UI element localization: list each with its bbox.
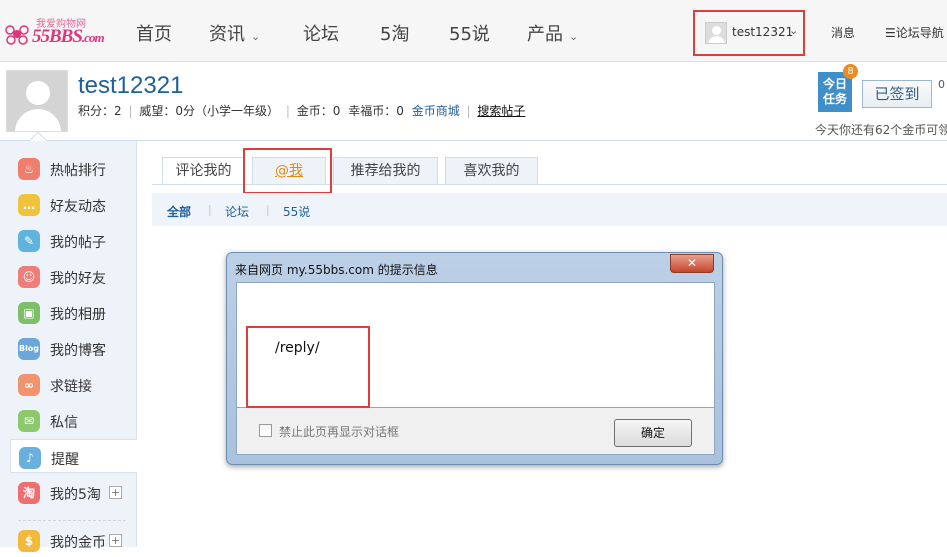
filter-55shuo[interactable]: 55说 — [283, 203, 310, 220]
suppress-dialogs-label[interactable]: 禁止此页再显示对话框 — [279, 423, 399, 440]
sidebar-item-label: 我的好友 — [50, 271, 106, 287]
filter-separator: | — [266, 203, 270, 216]
sidebar-item-friend-feed[interactable]: … 好友动态 — [10, 187, 137, 221]
logo-brand: 55BBS.com — [32, 26, 105, 47]
nav-home[interactable]: 首页 — [136, 20, 172, 46]
sidebar-item-label: 私信 — [50, 415, 78, 431]
profile-stats: 积分：2 | 威望：0分（小学一年级） | 金币：0 幸福币：0 金币商城 | … — [78, 104, 526, 118]
sidebar-item-my-5tao[interactable]: 淘我的5淘 + — [10, 475, 137, 509]
user-menu[interactable]: test12321 ⌄ — [693, 10, 805, 56]
sidebar-divider — [18, 520, 126, 521]
search-posts-link[interactable]: 搜索帖子 — [477, 104, 525, 118]
sidebar-item-request-links[interactable]: ∞ 求链接 — [10, 367, 137, 401]
friends-icon: ☺ — [18, 266, 40, 288]
bell-icon: ♪ — [19, 447, 41, 469]
sidebar-item-my-friends[interactable]: ☺ 我的好友 — [10, 259, 137, 293]
nav-news[interactable]: 资讯 ⌄ — [209, 20, 260, 46]
tab-liked-me[interactable]: 喜欢我的 — [445, 157, 538, 184]
photo-icon: ▣ — [18, 302, 40, 324]
expand-plus-icon[interactable]: + — [109, 534, 122, 547]
sidebar-item-my-blog[interactable]: Blog 我的博客 — [10, 331, 137, 365]
suppress-dialogs-checkbox[interactable] — [259, 424, 272, 437]
chevron-down-icon: ⌄ — [569, 30, 579, 43]
gold-tip-text: 今天你还有62个金币可领 — [815, 123, 947, 137]
blog-icon: Blog — [18, 338, 40, 360]
nav-products[interactable]: 产品 ⌄ — [527, 20, 578, 46]
nav-forum[interactable]: 论坛 — [303, 20, 339, 46]
sidebar-item-label: 我的相册 — [50, 307, 106, 323]
sidebar: ♨ 热帖排行 … 好友动态 ✎ 我的帖子 ☺ 我的好友 ▣ 我的相册 Blog 我的博客 ∞ 求链接 ✉ 私信… — [0, 141, 137, 552]
profile-avatar[interactable] — [6, 70, 68, 132]
sidebar-item-label: 求链接 — [50, 379, 92, 395]
edit-icon: ✎ — [18, 230, 40, 252]
filter-all[interactable]: 全部 — [167, 203, 191, 220]
link-icon: ∞ — [18, 374, 40, 396]
forum-nav-link[interactable]: ☰论坛导航 — [885, 24, 944, 41]
sub-filter-bar: 全部 | 论坛 | 55说 — [152, 193, 947, 226]
user-avatar-icon — [705, 22, 727, 44]
dialog-footer: 禁止此页再显示对话框 确定 — [236, 408, 715, 455]
nav-5tao[interactable]: 5淘 — [380, 20, 409, 46]
top-navigation-bar: 我爱购物网 55BBS.com 首页 资讯 ⌄ 论坛 5淘 55说 产品 ⌄ tes… — [0, 0, 947, 62]
sidebar-item-my-posts[interactable]: ✎ 我的帖子 — [10, 223, 137, 257]
flower-logo-icon — [5, 25, 29, 45]
site-logo[interactable]: 我爱购物网 55BBS.com — [2, 10, 117, 50]
dialog-body: /reply/ — [236, 282, 715, 408]
messages-link[interactable]: 消息 — [831, 24, 855, 41]
profile-header: test12321 积分：2 | 威望：0分（小学一年级） | 金币：0 幸福币… — [0, 62, 947, 142]
profile-username[interactable]: test12321 — [78, 72, 183, 100]
user-menu-name: test12321 — [732, 25, 794, 39]
sidebar-item-private-messages[interactable]: ✉ 私信 — [10, 403, 137, 437]
filter-separator: | — [208, 203, 212, 216]
signed-in-button[interactable]: 已签到 — [862, 80, 932, 108]
fire-icon: ♨ — [18, 158, 40, 180]
filter-forum[interactable]: 论坛 — [225, 203, 249, 220]
sidebar-item-label: 我的帖子 — [50, 235, 106, 251]
sidebar-item-label: 我的金币 — [50, 535, 106, 551]
sign-in-counter: 0 — [938, 78, 945, 91]
profile-divider — [0, 140, 947, 141]
chevron-down-icon: ⌄ — [789, 24, 799, 37]
chevron-down-icon: ⌄ — [251, 30, 261, 43]
ok-button[interactable]: 确定 — [614, 419, 692, 447]
sidebar-item-label: 好友动态 — [50, 199, 106, 215]
at-me-highlight-box — [243, 148, 332, 194]
gold-mall-link[interactable]: 金币商城 — [412, 104, 460, 118]
chat-icon: … — [18, 194, 40, 216]
alert-dialog: 来自网页 my.55bbs.com 的提示信息 ✕ /reply/ 禁止此页再显… — [226, 252, 723, 465]
expand-plus-icon[interactable]: + — [109, 486, 122, 499]
sidebar-item-label: 我的5淘 — [50, 487, 101, 503]
coin-icon: $ — [18, 530, 40, 552]
task-count-badge: 8 — [843, 64, 858, 79]
dialog-title: 来自网页 my.55bbs.com 的提示信息 — [235, 263, 438, 277]
dialog-message: /reply/ — [275, 340, 320, 356]
sidebar-item-label: 我的博客 — [50, 343, 106, 359]
nav-55shuo[interactable]: 55说 — [449, 20, 490, 46]
message-highlight-box — [246, 326, 370, 408]
tab-recommended-to-me[interactable]: 推荐给我的 — [333, 157, 438, 184]
mail-icon: ✉ — [18, 410, 40, 432]
sidebar-item-label: 热帖排行 — [50, 163, 106, 179]
tab-comments-to-me[interactable]: 评论我的 — [162, 157, 245, 185]
sidebar-item-hot-posts[interactable]: ♨ 热帖排行 — [10, 151, 137, 185]
sidebar-item-reminders[interactable]: ♪ 提醒 — [10, 439, 137, 473]
sidebar-item-my-albums[interactable]: ▣ 我的相册 — [10, 295, 137, 329]
sidebar-item-my-gold[interactable]: $ 我的金币 + — [10, 523, 137, 557]
list-icon: ☰ — [885, 26, 896, 40]
close-icon[interactable]: ✕ — [670, 254, 714, 273]
sidebar-item-label: 提醒 — [51, 452, 79, 468]
daily-task-badge[interactable]: 今日任务 8 — [818, 64, 858, 118]
tao-icon: 淘 — [18, 482, 40, 504]
